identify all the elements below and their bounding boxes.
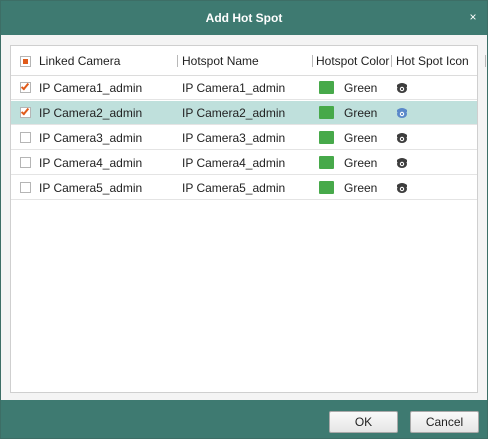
linked-camera-cell: IP Camera2_admin <box>39 106 143 120</box>
linked-camera-cell: IP Camera5_admin <box>39 181 143 195</box>
color-swatch[interactable] <box>319 131 334 144</box>
hotspot-table: Linked Camera Hotspot Name Hotspot Color… <box>10 45 486 393</box>
hotspot-color-label: Green <box>344 81 378 95</box>
camera-dome-icon[interactable] <box>396 81 408 94</box>
title-bar: Add Hot Spot × <box>1 1 487 35</box>
table-row[interactable]: IP Camera2_admin IP Camera2_admin Green <box>11 101 477 125</box>
row-checkbox[interactable] <box>20 132 31 143</box>
color-swatch[interactable] <box>319 156 334 169</box>
cancel-button[interactable]: Cancel <box>410 411 479 433</box>
dialog-title: Add Hot Spot <box>205 11 283 25</box>
column-header-hotspot-name[interactable]: Hotspot Name <box>182 46 259 76</box>
table-row[interactable]: IP Camera3_admin IP Camera3_admin Green <box>11 126 477 150</box>
linked-camera-cell: IP Camera1_admin <box>39 81 143 95</box>
color-swatch[interactable] <box>319 81 334 94</box>
table-row[interactable]: IP Camera1_admin IP Camera1_admin Green <box>11 76 477 100</box>
linked-camera-cell: IP Camera3_admin <box>39 131 143 145</box>
column-header-hotspot-color[interactable]: Hotspot Color <box>316 46 389 76</box>
add-hot-spot-dialog: Add Hot Spot × Linked Camera Hotspot Nam… <box>0 0 488 439</box>
table-row[interactable]: IP Camera5_admin IP Camera5_admin Green <box>11 176 477 200</box>
ok-button[interactable]: OK <box>329 411 398 433</box>
hotspot-color-label: Green <box>344 181 378 195</box>
partial-check-icon <box>23 59 28 64</box>
linked-camera-cell: IP Camera4_admin <box>39 156 143 170</box>
row-checkbox[interactable] <box>20 182 31 193</box>
hotspot-color-label: Green <box>344 156 378 170</box>
row-checkbox[interactable] <box>20 81 31 93</box>
row-checkbox[interactable] <box>20 106 31 118</box>
camera-dome-icon[interactable] <box>396 106 408 119</box>
column-header-hot-spot-icon[interactable]: Hot Spot Icon <box>396 46 469 76</box>
column-divider[interactable] <box>312 55 313 67</box>
hotspot-name-cell[interactable]: IP Camera1_admin <box>182 76 285 100</box>
table-header: Linked Camera Hotspot Name Hotspot Color… <box>11 46 486 76</box>
column-header-linked-camera[interactable]: Linked Camera <box>39 46 120 76</box>
column-divider[interactable] <box>485 55 486 67</box>
hotspot-color-label: Green <box>344 131 378 145</box>
hotspot-color-label: Green <box>344 106 378 120</box>
close-icon[interactable]: × <box>467 11 479 23</box>
hotspot-name-cell[interactable]: IP Camera5_admin <box>182 176 285 200</box>
hotspot-name-cell[interactable]: IP Camera4_admin <box>182 151 285 175</box>
color-swatch[interactable] <box>319 106 334 119</box>
checkmark-icon <box>20 106 30 116</box>
checkmark-icon <box>20 81 30 91</box>
camera-dome-icon[interactable] <box>396 156 408 169</box>
column-divider[interactable] <box>177 55 178 67</box>
column-divider[interactable] <box>391 55 392 67</box>
dialog-footer: OK Cancel <box>1 400 487 438</box>
camera-dome-icon[interactable] <box>396 131 408 144</box>
color-swatch[interactable] <box>319 181 334 194</box>
row-checkbox[interactable] <box>20 157 31 168</box>
select-all-checkbox[interactable] <box>20 56 31 67</box>
hotspot-name-cell[interactable]: IP Camera2_admin <box>182 101 285 125</box>
table-row[interactable]: IP Camera4_admin IP Camera4_admin Green <box>11 151 477 175</box>
hotspot-name-cell[interactable]: IP Camera3_admin <box>182 126 285 150</box>
camera-dome-icon[interactable] <box>396 181 408 194</box>
